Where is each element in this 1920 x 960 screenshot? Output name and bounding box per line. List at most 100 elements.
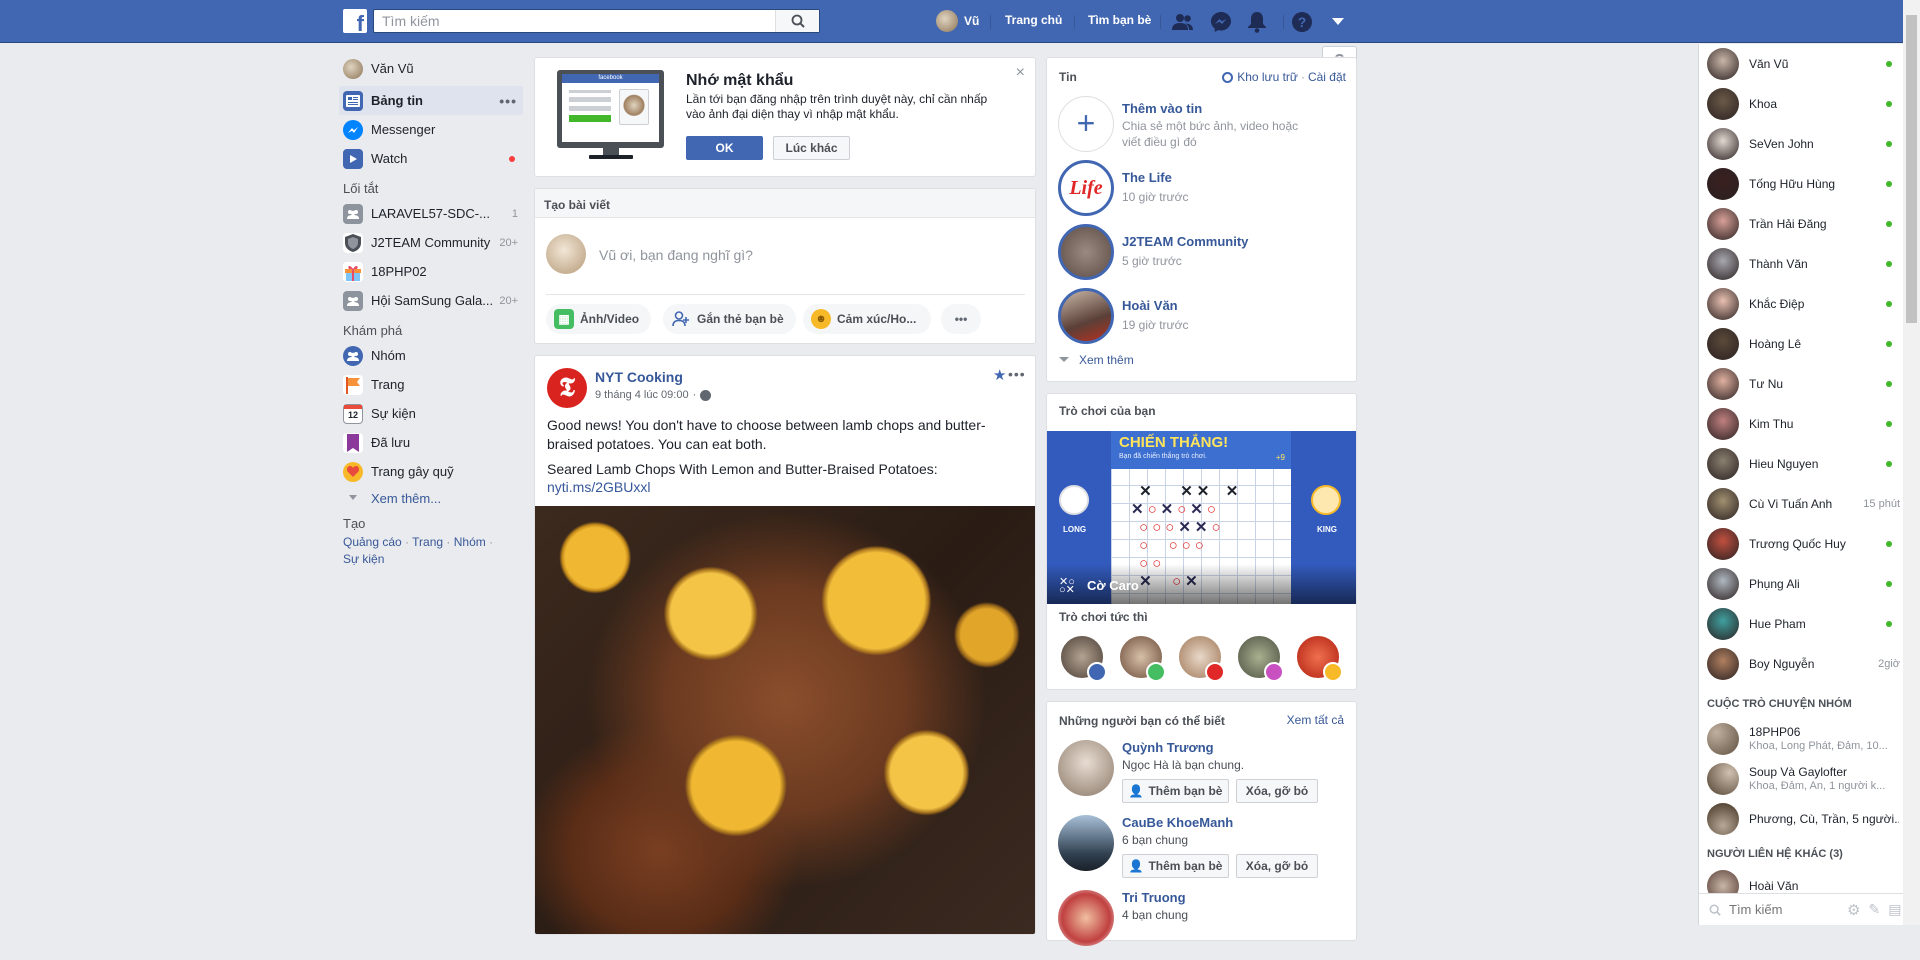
account-menu-chevron-icon[interactable] <box>1327 11 1349 33</box>
pymk-name[interactable]: CauBe KhoeManh <box>1122 815 1233 830</box>
notifications-bell-icon[interactable] <box>1246 11 1268 33</box>
post-image[interactable] <box>535 506 1035 934</box>
photo-video-button[interactable]: ▦ Ảnh/Video <box>546 304 652 334</box>
post-link[interactable]: nyti.ms/2GBUxxl <box>547 479 650 495</box>
star-icon[interactable]: ★ <box>993 366 1006 384</box>
chat-contact[interactable]: Trương Quốc Huy <box>1699 524 1904 564</box>
sidebar-item-fundraisers[interactable]: Trang gây quỹ <box>339 457 523 486</box>
pymk-name[interactable]: Quỳnh Trương <box>1122 740 1214 755</box>
friend-requests-icon[interactable] <box>1172 11 1194 33</box>
more-options-icon[interactable]: ••• <box>499 93 517 109</box>
instant-game-item[interactable] <box>1118 634 1166 682</box>
shortcut-item[interactable]: Hội SamSung Gala... 20+ <box>339 286 523 315</box>
chat-contact[interactable]: Trần Hải Đăng <box>1699 204 1904 244</box>
sidebar-item-groups[interactable]: Nhóm <box>339 341 523 370</box>
remove-button[interactable]: Xóa, gỡ bỏ <box>1236 854 1318 878</box>
post-options-icon[interactable]: ••• <box>1008 366 1026 382</box>
chat-contact[interactable]: Khoa <box>1699 84 1904 124</box>
composer-input[interactable]: Vũ ơi, bạn đang nghĩ gì? <box>599 247 753 263</box>
story-item[interactable]: J2TEAM Community 5 giờ trước <box>1058 224 1318 280</box>
instant-game-item[interactable] <box>1059 634 1107 682</box>
pymk-see-all[interactable]: Xem tất cả <box>1287 713 1344 727</box>
sidebar-item-label: Sự kiện <box>371 406 416 421</box>
settings-link[interactable]: Cài đặt <box>1308 70 1346 84</box>
chat-contact[interactable]: Tư Nu <box>1699 364 1904 404</box>
facebook-logo-icon[interactable]: f <box>343 9 367 33</box>
gear-icon[interactable]: ⚙ <box>1847 901 1860 919</box>
scrollbar-thumb[interactable] <box>1906 15 1917 323</box>
create-ad-link[interactable]: Quảng cáo <box>343 535 402 549</box>
post-author-avatar[interactable]: 𝕿 <box>547 368 587 408</box>
sidebar-item-watch[interactable]: Watch <box>339 144 523 173</box>
pymk-name[interactable]: Tri Truong <box>1122 890 1186 905</box>
profile-link[interactable]: Văn Vũ <box>339 54 523 83</box>
shortcut-item[interactable]: LARAVEL57-SDC-... 1 <box>339 199 523 228</box>
chat-contact[interactable]: Kim Thu <box>1699 404 1904 444</box>
add-to-story[interactable]: + Thêm vào tin Chia sẻ một bức ảnh, vide… <box>1058 96 1318 152</box>
instant-game-item[interactable] <box>1295 634 1343 682</box>
close-icon[interactable]: × <box>1016 64 1025 82</box>
post-timestamp[interactable]: 9 tháng 4 lúc 09:00 <box>595 389 689 401</box>
search-button[interactable] <box>775 10 819 32</box>
archive-link[interactable]: Kho lưu trữ <box>1237 70 1298 84</box>
profile-nav-link[interactable]: Vũ <box>936 9 979 33</box>
sidebar-item-events[interactable]: 12 Sự kiện <box>339 399 523 428</box>
online-status-dot <box>1886 301 1892 307</box>
story-avatar <box>1058 288 1114 344</box>
new-group-icon[interactable]: ▤ <box>1888 901 1901 918</box>
new-message-icon[interactable]: ✎ <box>1868 901 1880 918</box>
chat-contact[interactable]: Cù Vi Tuấn Anh 15 phút <box>1699 484 1904 524</box>
add-friend-button[interactable]: 👤 Thêm bạn bè <box>1122 854 1229 878</box>
pymk-photo[interactable] <box>1058 890 1114 946</box>
chat-contact[interactable]: Boy Nguyễn 2giờ <box>1699 644 1904 684</box>
sidebar-item-messenger[interactable]: Messenger <box>339 115 523 144</box>
ok-button[interactable]: OK <box>686 136 763 160</box>
home-nav-link[interactable]: Trang chủ <box>1005 13 1062 27</box>
shortcut-item[interactable]: 18PHP02 <box>339 257 523 286</box>
create-group-link[interactable]: Nhóm <box>454 535 486 549</box>
sidebar-item-saved[interactable]: Đã lưu <box>339 428 523 457</box>
chat-contact[interactable]: Phụng Ali <box>1699 564 1904 604</box>
pymk-photo[interactable] <box>1058 815 1114 871</box>
sidebar-item-pages[interactable]: Trang <box>339 370 523 399</box>
chat-search-input[interactable] <box>1729 902 1839 917</box>
group-conversation[interactable]: Phương, Cù, Trần, 5 người... <box>1699 799 1904 839</box>
pymk-photo[interactable] <box>1058 740 1114 796</box>
create-page-link[interactable]: Trang <box>412 535 443 549</box>
create-event-link[interactable]: Sự kiện <box>343 552 384 566</box>
page-scrollbar[interactable] <box>1903 0 1920 925</box>
add-friend-button[interactable]: 👤 Thêm bạn bè <box>1122 779 1229 803</box>
sidebar-item-news-feed[interactable]: Bảng tin ••• <box>339 86 523 115</box>
nyt-logo-icon: 𝕿 <box>559 372 575 402</box>
tag-friends-button[interactable]: Gắn thẻ bạn bè <box>663 304 796 334</box>
stories-see-more[interactable]: Xem thêm <box>1059 353 1134 367</box>
game-banner[interactable]: CHIẾN THẮNG! Bạn đã chiến thắng trò chơi… <box>1047 431 1356 604</box>
instant-game-item[interactable] <box>1177 634 1225 682</box>
more-actions-button[interactable]: ••• <box>941 304 981 334</box>
chat-contact[interactable]: Thành Văn <box>1699 244 1904 284</box>
search-input[interactable] <box>374 10 774 32</box>
shortcut-item[interactable]: J2TEAM Community 20+ <box>339 228 523 257</box>
messenger-icon[interactable] <box>1210 11 1232 33</box>
chat-contact[interactable]: Tống Hữu Hùng <box>1699 164 1904 204</box>
later-button[interactable]: Lúc khác <box>773 136 850 160</box>
feeling-activity-button[interactable]: ☻ Cảm xúc/Ho... <box>803 304 931 334</box>
story-item[interactable]: Hoài Văn 19 giờ trước <box>1058 288 1318 344</box>
chat-contact[interactable]: Hoàng Lê <box>1699 324 1904 364</box>
instant-game-item[interactable] <box>1236 634 1284 682</box>
chat-contact[interactable]: Văn Vũ <box>1699 44 1904 84</box>
group-conversation[interactable]: Soup Và Gaylofter Khoa, Đảm, An, 1 người… <box>1699 759 1904 799</box>
chat-contact[interactable]: Hieu Nguyen <box>1699 444 1904 484</box>
feed-post: 𝕿 NYT Cooking 9 tháng 4 lúc 09:00 · ★ ••… <box>534 355 1036 935</box>
see-more-label: Xem thêm... <box>371 490 442 506</box>
help-icon[interactable]: ? <box>1291 11 1313 33</box>
chat-contact[interactable]: Hue Pham <box>1699 604 1904 644</box>
find-friends-nav-link[interactable]: Tìm bạn bè <box>1088 13 1151 27</box>
story-item[interactable]: Life The Life 10 giờ trước <box>1058 160 1318 216</box>
post-author[interactable]: NYT Cooking <box>595 369 683 385</box>
chat-contact[interactable]: SeVen John <box>1699 124 1904 164</box>
group-conversation[interactable]: 18PHP06 Khoa, Long Phát, Đảm, 10... <box>1699 719 1904 759</box>
remove-button[interactable]: Xóa, gỡ bỏ <box>1236 779 1318 803</box>
see-more-link[interactable]: Xem thêm... <box>339 486 523 510</box>
chat-contact[interactable]: Khắc Điệp <box>1699 284 1904 324</box>
